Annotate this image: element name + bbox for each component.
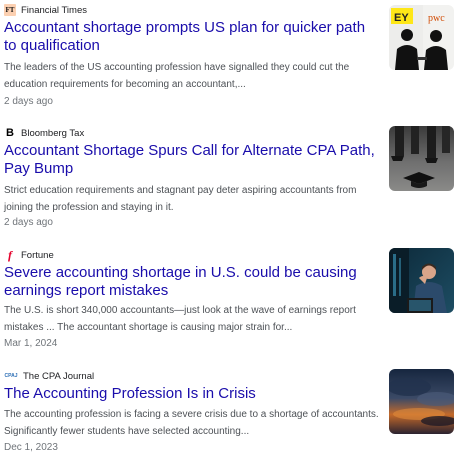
snippet: The leaders of the US accounting profess… xyxy=(4,62,350,90)
headline-link[interactable]: Accountant Shortage Spurs Call for Alter… xyxy=(4,142,380,178)
snippet: The accounting profession is facing a se… xyxy=(4,409,379,437)
cpa-journal-logo-icon: CPAJ xyxy=(4,370,18,382)
news-card[interactable]: f Fortune Severe accounting shortage in … xyxy=(0,248,463,354)
date: 2 days ago xyxy=(4,96,53,107)
bloomberg-logo-icon: B xyxy=(4,127,16,139)
date: Dec 1, 2023 xyxy=(4,442,58,453)
date: Mar 1, 2024 xyxy=(4,338,58,349)
ft-logo-icon: FT xyxy=(4,4,16,16)
source-name: Financial Times xyxy=(21,4,87,16)
fortune-logo-icon: f xyxy=(4,249,16,261)
source-row: B Bloomberg Tax xyxy=(4,126,84,140)
news-feed: FT Financial Times Accountant shortage p… xyxy=(0,0,463,459)
thumbnail-text: pwc xyxy=(428,13,445,24)
thumbnail-image[interactable] xyxy=(389,248,454,313)
cpa-journal-logo-text: CPAJ xyxy=(4,372,18,379)
date: 2 days ago xyxy=(4,217,53,228)
source-name: The CPA Journal xyxy=(23,370,95,382)
source-row: FT Financial Times xyxy=(4,3,87,17)
snippet: Strict education requirements and stagna… xyxy=(4,185,357,213)
thumbnail-image[interactable]: EY pwc xyxy=(389,5,454,70)
thumbnail-image[interactable] xyxy=(389,369,454,434)
news-card[interactable]: B Bloomberg Tax Accountant Shortage Spur… xyxy=(0,126,463,232)
news-card[interactable]: CPAJ The CPA Journal The Accounting Prof… xyxy=(0,369,463,459)
headline-link[interactable]: The Accounting Profession Is in Crisis xyxy=(4,385,380,403)
ft-logo-text: FT xyxy=(5,5,15,14)
bloomberg-logo-text: B xyxy=(6,126,14,139)
snippet: The U.S. is short 340,000 accountants—ju… xyxy=(4,305,356,333)
source-name: Bloomberg Tax xyxy=(21,127,85,139)
headline-link[interactable]: Severe accounting shortage in U.S. could… xyxy=(4,264,380,300)
source-row: f Fortune xyxy=(4,248,54,262)
source-name: Fortune xyxy=(21,249,54,261)
news-card[interactable]: FT Financial Times Accountant shortage p… xyxy=(0,3,463,113)
headline-link[interactable]: Accountant shortage prompts US plan for … xyxy=(4,19,380,55)
source-row: CPAJ The CPA Journal xyxy=(4,369,95,383)
thumbnail-image[interactable] xyxy=(389,126,454,191)
thumbnail-text: EY xyxy=(394,12,409,24)
fortune-logo-text: f xyxy=(8,248,12,262)
